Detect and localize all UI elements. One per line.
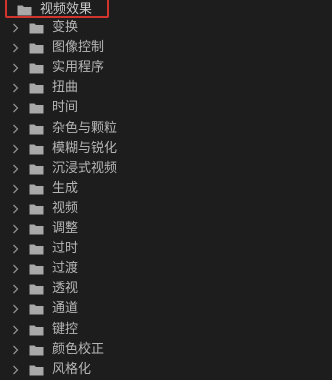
folder-icon [17,5,32,16]
folder-item[interactable]: 时间 [0,98,332,118]
folder-label: 扭曲 [52,80,79,96]
folder-label: 模糊与锐化 [52,140,118,156]
folder-label: 通道 [52,301,79,317]
folder-label: 沉浸式视频 [52,160,118,176]
chevron-right-icon[interactable] [10,363,20,377]
chevron-right-icon[interactable] [10,262,20,276]
folder-video-effects[interactable]: 视频效果 [0,0,332,20]
folder-icon [29,264,44,275]
chevron-right-icon[interactable] [10,222,20,236]
folder-label: 实用程序 [52,60,105,76]
folder-label: 颜色校正 [52,341,105,357]
folder-item[interactable]: 扭曲 [0,78,332,98]
folder-item[interactable]: 通道 [0,299,332,319]
root-folder-label: 视频效果 [40,2,93,17]
folder-label: 生成 [52,180,79,196]
chevron-right-icon[interactable] [10,323,20,337]
folder-item[interactable]: 过时 [0,239,332,259]
folder-item[interactable]: 透视 [0,279,332,299]
folder-label: 透视 [52,281,79,297]
folder-icon [29,304,44,315]
folder-label: 过时 [52,241,79,257]
folder-icon [29,184,44,195]
folder-icon [29,103,44,114]
chevron-right-icon[interactable] [10,81,20,95]
folder-icon [29,83,44,94]
folder-label: 时间 [52,100,79,116]
folder-item[interactable]: 调整 [0,219,332,239]
folder-icon [29,124,44,134]
folder-icon [29,345,44,356]
chevron-right-icon[interactable] [10,162,20,176]
folder-item[interactable]: 过渡 [0,259,332,279]
folder-label: 变换 [52,20,79,35]
folder-icon [29,224,44,235]
folder-item[interactable]: 颜色校正 [0,340,332,360]
chevron-right-icon[interactable] [10,343,20,357]
folder-item[interactable]: 实用程序 [0,58,332,78]
chevron-right-icon[interactable] [10,242,20,256]
folder-icon [29,164,44,175]
folder-item[interactable]: 生成 [0,179,332,199]
folder-item[interactable]: 变换 [0,18,332,38]
folder-label: 杂色与颗粒 [52,120,118,136]
chevron-right-icon[interactable] [10,302,20,316]
chevron-right-icon[interactable] [10,182,20,196]
folder-icon [29,204,44,215]
folder-icon [29,23,44,34]
chevron-right-icon[interactable] [10,142,20,156]
chevron-right-icon[interactable] [10,282,20,296]
folder-icon [29,365,44,376]
folder-label: 调整 [52,221,79,236]
folder-item[interactable]: 图像控制 [0,38,332,58]
chevron-right-icon[interactable] [10,21,20,35]
chevron-right-icon[interactable] [10,101,20,115]
folder-item[interactable]: 键控 [0,320,332,340]
folder-label: 过渡 [52,261,79,277]
folder-label: 键控 [52,321,79,337]
folder-icon [29,43,44,54]
folder-icon [29,325,44,335]
chevron-right-icon[interactable] [10,122,20,136]
folder-item[interactable]: 模糊与锐化 [0,139,332,159]
folder-label: 图像控制 [52,40,105,56]
chevron-right-icon[interactable] [10,202,20,216]
folder-icon [29,244,44,255]
folder-label: 视频 [52,200,79,216]
folder-item[interactable]: 视频 [0,199,332,219]
effects-panel: 视频效果 变换图像控制实用程序扭曲时间杂色与颗粒模糊与锐化沉浸式视频生成视频调整… [0,0,332,377]
folder-item[interactable]: 杂色与颗粒 [0,119,332,139]
folder-item[interactable]: 沉浸式视频 [0,159,332,179]
folder-icon [29,144,44,155]
folder-icon [29,284,44,295]
chevron-right-icon[interactable] [10,61,20,75]
folder-icon [29,63,44,74]
chevron-right-icon[interactable] [10,41,20,55]
